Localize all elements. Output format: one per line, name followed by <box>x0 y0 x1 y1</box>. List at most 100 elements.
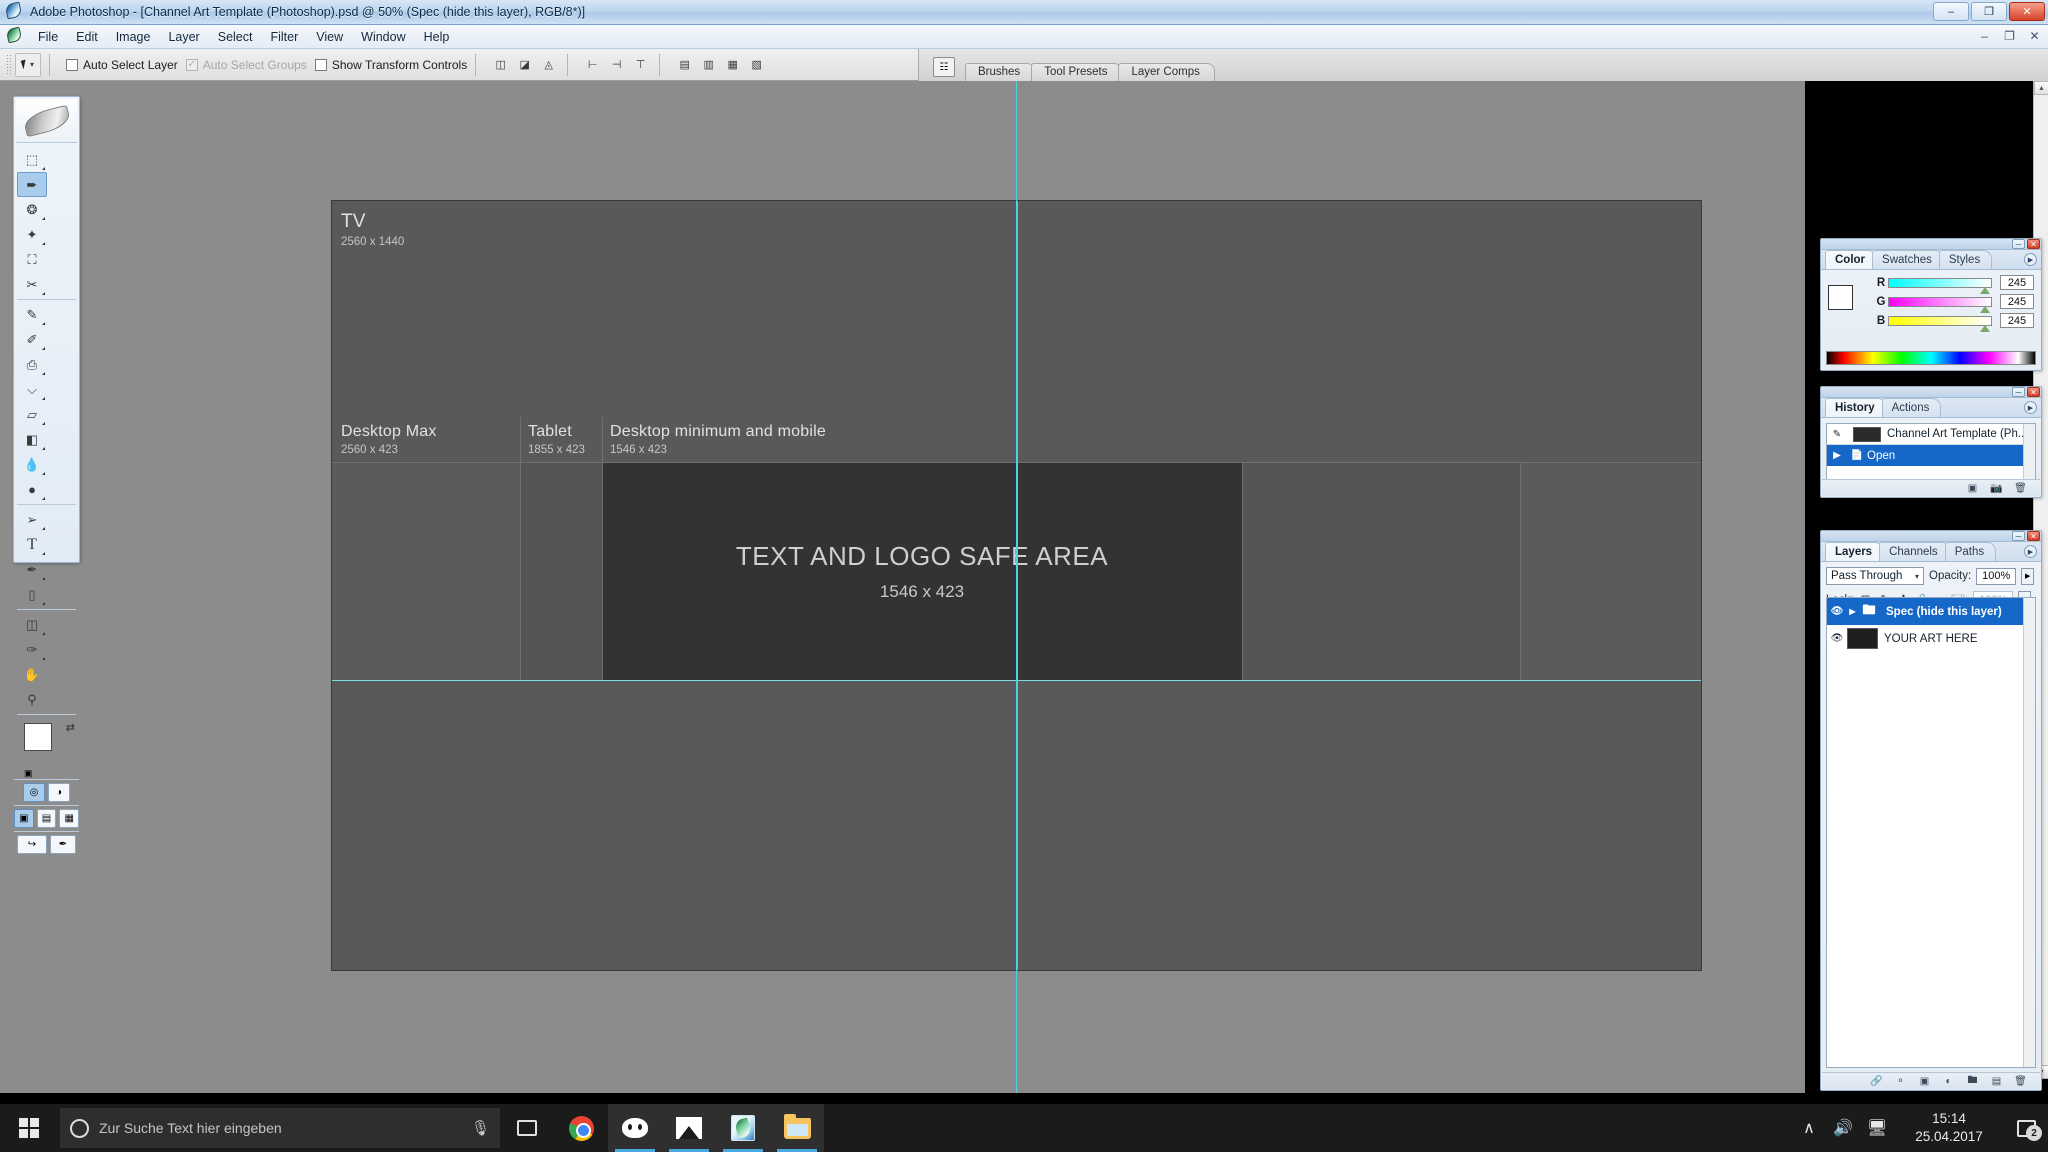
panel-menu-icon[interactable]: ▶ <box>2024 253 2037 266</box>
tab-channels[interactable]: Channels <box>1879 542 1950 561</box>
tab-layer-comps[interactable]: Layer Comps <box>1118 63 1215 81</box>
blue-slider-track[interactable] <box>1888 315 1992 332</box>
default-colors-icon[interactable]: ▣ <box>24 768 33 779</box>
crop-tool-icon[interactable]: ⛶ <box>17 247 47 272</box>
volume-speaker-icon[interactable]: 🔊 <box>1826 1104 1860 1152</box>
task-view-icon[interactable] <box>500 1104 554 1152</box>
tab-tool-presets[interactable]: Tool Presets <box>1031 63 1123 81</box>
menu-layer[interactable]: Layer <box>159 27 208 47</box>
type-tool-icon[interactable]: T <box>17 532 47 557</box>
history-brush-tool-icon[interactable]: ⌵ <box>17 377 47 402</box>
opacity-stepper-icon[interactable]: ▶ <box>2021 567 2035 585</box>
history-panel-titlebar[interactable]: ─ ✕ <box>1821 387 2041 398</box>
new-document-from-state-icon[interactable]: ▣ <box>1965 481 1980 495</box>
layers-panel-minimize-button[interactable]: ─ <box>2012 531 2025 541</box>
close-button[interactable]: ✕ <box>2009 2 2045 21</box>
taskbar-photoshop-icon[interactable] <box>716 1104 770 1152</box>
taskbar-discord-icon[interactable] <box>608 1104 662 1152</box>
move-tool-icon[interactable]: ➨ <box>17 172 47 197</box>
minimize-button[interactable]: – <box>1933 2 1969 21</box>
distribute-top-icon[interactable]: ▤ <box>674 54 695 75</box>
layers-panel-close-button[interactable]: ✕ <box>2027 531 2040 541</box>
link-layers-icon[interactable]: 🔗 <box>1869 1074 1884 1088</box>
blue-value-input[interactable]: 245 <box>2000 313 2034 328</box>
show-hidden-icons-chevron[interactable]: ∧ <box>1792 1104 1826 1152</box>
history-state-row[interactable]: ▶ 📄 Open <box>1827 445 2035 466</box>
tab-color[interactable]: Color <box>1825 250 1878 269</box>
align-top-edges-icon[interactable]: ◫ <box>490 54 511 75</box>
align-vertical-centers-icon[interactable]: ◪ <box>514 54 535 75</box>
panel-menu-icon[interactable]: ▶ <box>2024 545 2037 558</box>
color-panel-minimize-button[interactable]: ─ <box>2012 239 2025 249</box>
magic-wand-tool-icon[interactable]: ✦ <box>17 222 47 247</box>
align-bottom-edges-icon[interactable]: ◬ <box>538 54 559 75</box>
green-value-input[interactable]: 245 <box>2000 294 2034 309</box>
eye-visible-icon[interactable]: 👁 <box>1827 633 1847 644</box>
new-layer-icon[interactable]: ▤ <box>1989 1074 2004 1088</box>
swap-colors-icon[interactable]: ⇄ <box>66 721 75 734</box>
menu-window[interactable]: Window <box>352 27 414 47</box>
menu-select[interactable]: Select <box>209 27 262 47</box>
taskbar-chrome-icon[interactable] <box>554 1104 608 1152</box>
notes-tool-icon[interactable]: ◫ <box>17 612 47 637</box>
blur-tool-icon[interactable]: 💧 <box>17 452 47 477</box>
layers-panel-titlebar[interactable]: ─ ✕ <box>1821 531 2041 542</box>
new-group-icon[interactable]: 🖿 <box>1965 1074 1980 1088</box>
standard-mode-icon[interactable]: ◎ <box>23 783 45 802</box>
delete-layer-icon[interactable]: 🗑 <box>2013 1074 2028 1088</box>
clone-stamp-tool-icon[interactable]: ⎙ <box>17 352 47 377</box>
menu-view[interactable]: View <box>307 27 352 47</box>
menu-image[interactable]: Image <box>107 27 160 47</box>
tab-history[interactable]: History <box>1825 398 1887 417</box>
delete-state-icon[interactable]: 🗑 <box>2013 481 2028 495</box>
slice-tool-icon[interactable]: ✂ <box>17 272 47 297</box>
pen-tool-icon[interactable]: ✒ <box>17 557 47 582</box>
healing-brush-tool-icon[interactable]: ✎ <box>17 302 47 327</box>
path-selection-tool-icon[interactable]: ➢ <box>17 507 47 532</box>
tab-swatches[interactable]: Swatches <box>1872 250 1944 269</box>
history-panel-minimize-button[interactable]: ─ <box>2012 387 2025 397</box>
eye-visible-icon[interactable]: 👁 <box>1827 606 1847 617</box>
lasso-tool-icon[interactable]: ❂ <box>17 197 47 222</box>
color-spectrum-ramp[interactable] <box>1826 351 2036 365</box>
rectangle-shape-tool-icon[interactable]: ▯ <box>17 582 47 607</box>
brush-tool-icon[interactable]: ✐ <box>17 327 47 352</box>
layer-row-spec[interactable]: 👁 ▶ 🖿 Spec (hide this layer) <box>1827 598 2035 625</box>
jump-to-imageready-icon[interactable]: ↪ <box>17 835 47 854</box>
document-close-button[interactable]: ✕ <box>2027 28 2042 43</box>
red-value-input[interactable]: 245 <box>2000 275 2034 290</box>
tab-paths[interactable]: Paths <box>1944 542 1997 561</box>
windows-start-icon[interactable] <box>0 1104 58 1152</box>
menu-help[interactable]: Help <box>415 27 459 47</box>
zoom-tool-icon[interactable]: ⚲ <box>17 687 47 712</box>
restore-button[interactable]: ❐ <box>1971 2 2007 21</box>
tab-layers[interactable]: Layers <box>1825 542 1885 561</box>
adjustment-layer-icon[interactable]: ◐ <box>1941 1074 1956 1088</box>
palette-well-icon[interactable]: ☷ <box>933 57 955 77</box>
layer-row-your-art[interactable]: 👁 YOUR ART HERE <box>1827 625 2035 652</box>
color-panel-titlebar[interactable]: ─ ✕ <box>1821 239 2041 250</box>
blend-mode-select[interactable]: Pass Through ▾ <box>1826 567 1924 585</box>
layers-scrollbar[interactable] <box>2023 598 2035 1067</box>
menu-filter[interactable]: Filter <box>261 27 307 47</box>
eyedropper-tool-icon[interactable]: ✑ <box>17 637 47 662</box>
layer-style-icon[interactable]: ⚬ <box>1893 1074 1908 1088</box>
gradient-tool-icon[interactable]: ◧ <box>17 427 47 452</box>
taskbar-file-explorer-icon[interactable] <box>770 1104 824 1152</box>
panel-foreground-swatch[interactable] <box>1828 284 1853 310</box>
dodge-tool-icon[interactable]: ● <box>17 477 47 502</box>
eraser-tool-icon[interactable]: ▱ <box>17 402 47 427</box>
foreground-color-swatch[interactable] <box>24 723 52 751</box>
history-snapshot-row[interactable]: ✎ Channel Art Template (Ph... <box>1827 424 2035 445</box>
hand-tool-icon[interactable]: ✋ <box>17 662 47 687</box>
red-slider-track[interactable] <box>1888 277 1992 294</box>
expand-group-arrow-icon[interactable]: ▶ <box>1847 607 1858 616</box>
green-slider-track[interactable] <box>1888 296 1992 313</box>
document-minimize-button[interactable]: – <box>1977 28 1992 43</box>
opacity-input[interactable]: 100% <box>1976 567 2017 585</box>
action-center-icon[interactable]: 2 <box>2004 1104 2048 1152</box>
tab-styles[interactable]: Styles <box>1938 250 1993 269</box>
full-screen-menubar-icon[interactable]: ▤ <box>36 809 57 828</box>
auto-select-layer-checkbox[interactable]: Auto Select Layer <box>66 58 178 72</box>
tab-actions[interactable]: Actions <box>1881 398 1942 417</box>
